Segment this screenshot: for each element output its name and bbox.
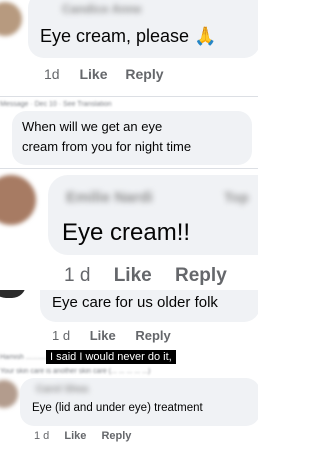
pray-emoji-icon: 🙏 [194,26,217,46]
comment-time: 1 d [52,328,71,343]
comment-actions: 1 d Like Reply [52,328,171,343]
comment-actions: 1d Like Reply [44,66,164,82]
comment-text-body: Eye cream, please [40,26,190,46]
commenter-name[interactable]: Candice Anne [62,2,142,16]
comment-actions: 1 d Like Reply [34,430,131,442]
comment-text: Eye care for us older folk [52,294,218,311]
comment-text: Eye cream, please 🙏 [40,26,217,47]
reply-button[interactable]: Reply [101,430,131,442]
reply-button[interactable]: Reply [175,265,227,286]
avatar[interactable] [0,175,36,225]
avatar[interactable] [0,380,18,408]
commenter-name[interactable]: Carol Shea [36,384,88,395]
message-header: Message · Dec 10 · See Translation [0,101,112,108]
comment-bubble: Eye care for us older folk [40,290,258,322]
comment-text-line2: cream from you for night time [22,139,192,154]
comment-actions: 1 d Like Reply [64,265,227,287]
comment-carol: Hamish .................................… [0,350,258,460]
like-button[interactable]: Like [64,430,86,442]
comment-time: 1 d [34,430,50,442]
commenter-name[interactable]: Emilie Nardi [66,189,153,206]
avatar[interactable] [0,2,22,36]
avatar[interactable] [0,290,26,298]
comment-time: 1 d [64,265,91,286]
comment-older-folk: Eye care for us older folk 1 d Like Repl… [0,290,258,350]
comment-text: Eye cream!! [62,219,191,246]
reply-button[interactable]: Reply [125,66,163,82]
blurred-caption: Your skin care is another skin care (...… [0,368,151,375]
like-button[interactable]: Like [90,328,116,343]
comment-text: Eye (lid and under eye) treatment [32,402,203,414]
like-button[interactable]: Like [79,66,107,82]
reply-button[interactable]: Reply [135,328,170,343]
comment-time: 1d [44,66,60,82]
comment-bubble: Carol Shea Eye (lid and under eye) treat… [20,378,258,426]
like-button[interactable]: Like [114,265,152,286]
comment-bubble: When will we get an eye cream from you f… [12,111,252,165]
comment-candice: Candice Anne Eye cream, please 🙏 1d Like… [0,0,258,95]
comment-bubble: Candice Anne Eye cream, please 🙏 [28,0,258,58]
top-fan-badge: Top [224,189,249,205]
comment-bubble: Emilie Nardi Top Eye cream!! [48,175,258,255]
comment-emilie: Emilie Nardi Top Eye cream!! 1 d Like Re… [0,169,258,290]
comment-text-line1: When will we get an eye [22,119,163,134]
overlay-caption: I said I would never do it, [46,350,176,364]
comment-message: Message · Dec 10 · See Translation When … [0,97,258,167]
